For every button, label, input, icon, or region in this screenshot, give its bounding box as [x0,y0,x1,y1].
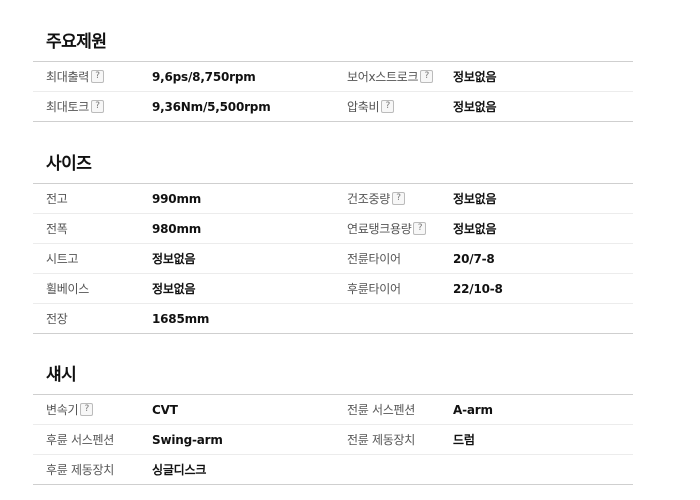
spec-label: 건조중량? [347,184,453,213]
spec-label: 전폭 [46,222,68,236]
spec-value: 정보없음 [453,100,497,114]
spec-value: 정보없음 [152,252,196,266]
spec-label: 후륜 제동장치 [46,463,114,477]
section-title: 섀시 [46,365,77,385]
section-title: 사이즈 [46,154,92,174]
spec-table: 최대출력? 9,6ps/8,750rpm 보어x스트로크? 정보없음 최대토크?… [33,61,633,122]
table-row: 전장 1685mm [33,303,633,333]
spec-label: 변속기? [33,395,152,424]
spec-value: 20/7-8 [453,251,495,266]
spec-label: 전장 [46,312,68,326]
spec-value: Swing-arm [152,432,223,447]
spec-label: 전륜 서스펜션 [347,403,415,417]
help-icon[interactable]: ? [90,100,104,113]
table-row: 변속기? CVT 전륜 서스펜션 A-arm [33,395,633,424]
spec-label: 전륜 제동장치 [347,433,415,447]
spec-label: 휠베이스 [46,282,89,296]
help-icon[interactable]: ? [381,100,395,113]
table-row: 후륜 제동장치 싱글디스크 [33,454,633,484]
spec-value: 980mm [152,221,202,236]
spec-value: 싱글디스크 [152,463,207,477]
table-row: 최대출력? 9,6ps/8,750rpm 보어x스트로크? 정보없음 [33,62,633,91]
spec-label: 최대토크? [33,92,152,121]
spec-label: 보어x스트로크? [347,62,453,91]
spec-label: 전고 [46,192,68,206]
spec-value: 정보없음 [453,70,497,84]
spec-value: 1685mm [152,311,210,326]
table-row: 전폭 980mm 연료탱크용량? 정보없음 [33,213,633,243]
spec-value: 정보없음 [453,192,497,206]
spec-value: 정보없음 [152,282,196,296]
spec-table: 변속기? CVT 전륜 서스펜션 A-arm 후륜 서스펜션 Swing-arm… [33,394,633,485]
help-icon[interactable]: ? [90,70,104,83]
help-icon[interactable]: ? [413,222,427,235]
spec-value: 9,6ps/8,750rpm [152,69,256,84]
help-icon[interactable]: ? [391,192,405,205]
spec-label: 시트고 [46,252,79,266]
table-row: 휠베이스 정보없음 후륜타이어 22/10-8 [33,273,633,303]
table-row: 최대토크? 9,36Nm/5,500rpm 압축비? 정보없음 [33,91,633,121]
spec-label [347,455,453,484]
table-row: 후륜 서스펜션 Swing-arm 전륜 제동장치 드럼 [33,424,633,454]
spec-value: 9,36Nm/5,500rpm [152,99,271,114]
section-chassis: 섀시 변속기? CVT 전륜 서스펜션 A-arm 후륜 서스펜션 Swing-… [33,363,633,485]
spec-value: 드럼 [453,433,475,447]
spec-label: 압축비? [347,92,453,121]
spec-value: A-arm [453,402,493,417]
section-title: 주요제원 [46,32,107,52]
spec-label: 후륜타이어 [347,282,401,296]
help-icon[interactable]: ? [80,403,94,416]
table-row: 전고 990mm 건조중량? 정보없음 [33,184,633,213]
spec-label: 연료탱크용량? [347,214,453,243]
spec-label [347,304,453,333]
section-main-specs: 주요제원 최대출력? 9,6ps/8,750rpm 보어x스트로크? 정보없음 … [33,30,633,122]
spec-table: 전고 990mm 건조중량? 정보없음 전폭 980mm 연료탱크용량? 정보없… [33,183,633,334]
spec-page: 주요제원 최대출력? 9,6ps/8,750rpm 보어x스트로크? 정보없음 … [0,0,700,500]
spec-value: CVT [152,402,178,417]
spec-value: 990mm [152,191,202,206]
section-size: 사이즈 전고 990mm 건조중량? 정보없음 전폭 980mm 연료탱크용량?… [33,152,633,334]
table-row: 시트고 정보없음 전륜타이어 20/7-8 [33,243,633,273]
help-icon[interactable]: ? [420,70,434,83]
spec-value: 22/10-8 [453,281,503,296]
spec-value: 정보없음 [453,222,497,236]
spec-label: 최대출력? [33,62,152,91]
spec-label: 전륜타이어 [347,252,401,266]
spec-label: 후륜 서스펜션 [46,433,114,447]
